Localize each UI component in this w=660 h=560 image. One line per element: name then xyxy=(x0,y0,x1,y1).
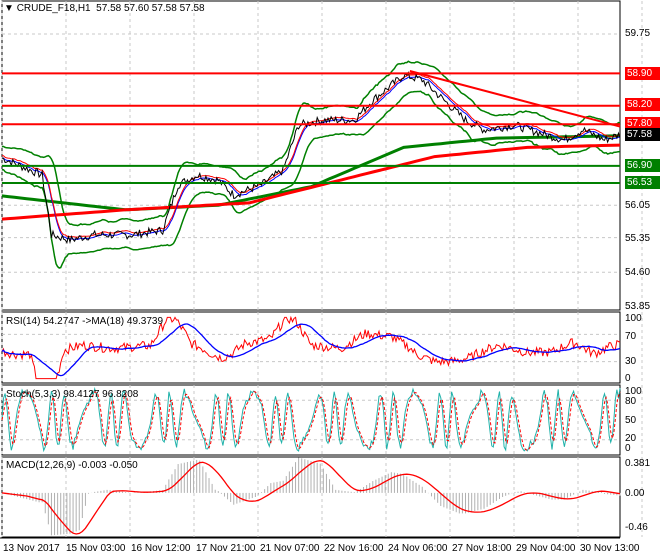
price-tick: 53.85 xyxy=(625,301,651,312)
time-tick: 30 Nov 13:00 xyxy=(580,543,640,554)
time-tick: 16 Nov 12:00 xyxy=(131,543,191,554)
current-price-label: 57.58 xyxy=(625,128,660,141)
macd-tick: 0.381 xyxy=(625,458,651,469)
trendline xyxy=(409,70,621,128)
stoch-tick: 80 xyxy=(625,396,637,407)
stoch-label: Stoch(5,3,3) 98.4127 96.8208 xyxy=(6,389,139,400)
time-tick: 15 Nov 03:00 xyxy=(66,543,126,554)
price-tick: 56.05 xyxy=(625,200,651,211)
time-tick: 13 Nov 2017 xyxy=(3,543,60,554)
time-tick: 21 Nov 07:00 xyxy=(260,543,320,554)
price-tick: 55.35 xyxy=(625,233,651,244)
chart-canvas[interactable] xyxy=(0,0,660,560)
level-label: 58.90 xyxy=(625,67,660,80)
symbol-title: CRUDE_F18,H1 xyxy=(16,3,91,14)
stoch-tick: 50 xyxy=(625,415,637,426)
price-line xyxy=(1,71,621,245)
stoch-tick: 0 xyxy=(625,443,631,454)
rsi-label: RSI(14) 54.2747 ->MA(18) 49.3739 xyxy=(6,316,164,327)
time-tick: 29 Nov 04:00 xyxy=(516,543,576,554)
time-tick: 22 Nov 16:00 xyxy=(324,543,384,554)
macd-label: MACD(12,26,9) -0.003 -0.050 xyxy=(6,460,138,471)
time-tick: 27 Nov 18:00 xyxy=(452,543,512,554)
bollinger-lower xyxy=(2,90,621,269)
time-tick: 24 Nov 06:00 xyxy=(388,543,448,554)
rsi-tick: 100 xyxy=(625,313,642,324)
rsi-tick: 30 xyxy=(625,356,637,367)
level-label: 58.20 xyxy=(625,98,660,111)
chart-title: ▼ CRUDE_F18,H1 57.58 57.60 57.58 57.58 xyxy=(4,3,205,14)
rsi-tick: 70 xyxy=(625,331,637,342)
level-label: 56.90 xyxy=(625,159,660,172)
macd-tick: 0.00 xyxy=(625,488,645,499)
panel-border-0 xyxy=(1,0,621,311)
trading-chart: ▼ CRUDE_F18,H1 57.58 57.60 57.58 57.58 5… xyxy=(0,0,660,560)
level-label: 56.53 xyxy=(625,176,660,189)
rsi-tick: 0 xyxy=(625,373,631,384)
ohlc-values: 57.58 57.60 57.58 57.58 xyxy=(96,3,205,14)
macd-tick: -0.46 xyxy=(625,522,648,533)
price-tick: 54.60 xyxy=(625,267,651,278)
time-tick: 17 Nov 21:00 xyxy=(196,543,256,554)
price-tick: 59.75 xyxy=(625,28,651,39)
